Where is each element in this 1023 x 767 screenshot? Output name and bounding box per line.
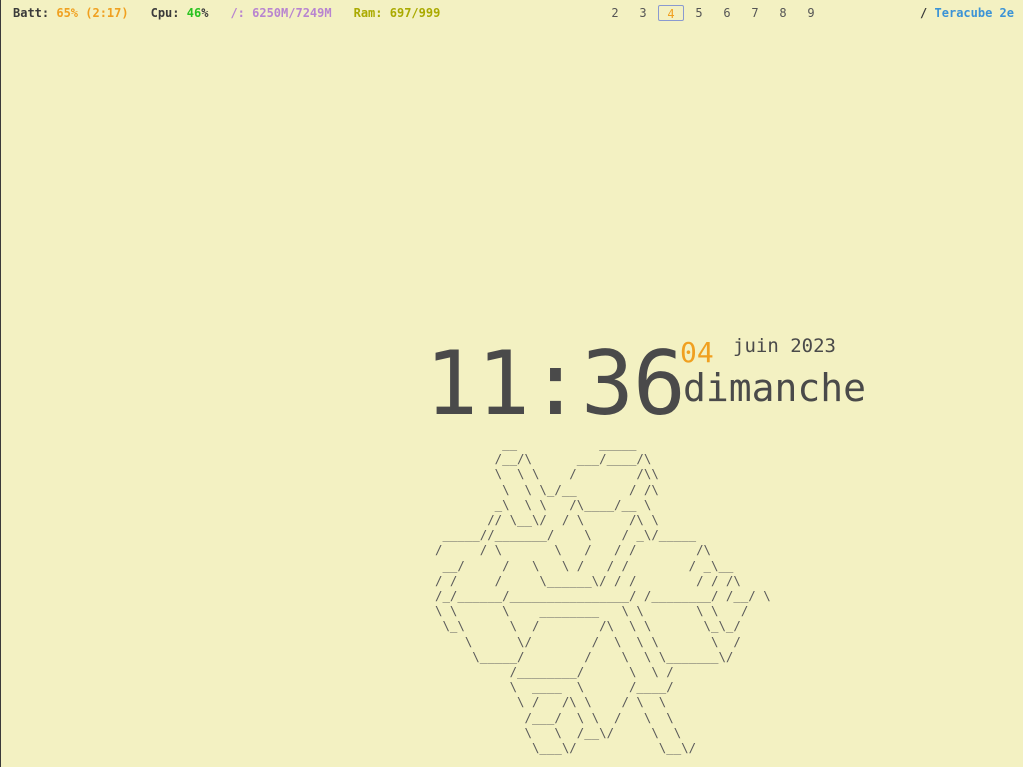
cpu-value: 46 <box>186 6 202 20</box>
workspace-4-active[interactable]: 4 <box>658 5 684 21</box>
clock-month-year: juin 2023 <box>733 335 836 357</box>
clock-time: 11:36 <box>425 332 686 435</box>
battery-label: Batt: <box>13 6 50 20</box>
status-bar: Batt: 65% (2:17) Cpu: 46%/: 6250M/7249M Ra… <box>1 0 1023 26</box>
cpu-indicator: Cpu: 46% <box>151 6 209 20</box>
workspace-5[interactable]: 5 <box>686 5 712 21</box>
ram-value: 697/999 <box>389 6 441 20</box>
ram-label: Ram: <box>353 6 383 20</box>
disk-label: /: <box>230 6 245 20</box>
clock-weekday: dimanche <box>683 366 867 410</box>
disk-indicator: /: 6250M/7249M <box>230 6 331 20</box>
workspace-switcher: 2 3 4 5 6 7 8 9 <box>601 0 825 21</box>
system-stats: Batt: 65% (2:17) Cpu: 46% /: 6250M/7249M Ra… <box>13 0 462 26</box>
device-name: Teracube 2e <box>934 6 1014 20</box>
workspace-6[interactable]: 6 <box>714 5 740 21</box>
workspace-8[interactable]: 8 <box>770 5 796 21</box>
window-title: / Teracube 2e <box>920 0 1014 26</box>
desktop: Batt: 65% (2:17) Cpu: 46%/: 6250M/7249M Ra… <box>0 0 1023 767</box>
workspace-3[interactable]: 3 <box>630 5 656 21</box>
battery-indicator: Batt: 65% (2:17) <box>13 6 129 20</box>
clock-day: 04 <box>680 336 714 369</box>
workspace-2[interactable]: 2 <box>602 5 628 21</box>
title-prefix: / <box>920 6 928 20</box>
ascii-art-logo: __ _____ /__/\ ___/____/\ \ \ \ / /\\ \ … <box>435 436 771 756</box>
workspace-7[interactable]: 7 <box>742 5 768 21</box>
disk-value: 6250M/7249M <box>252 6 332 20</box>
cpu-unit: % <box>201 6 209 20</box>
workspace-9[interactable]: 9 <box>798 5 824 21</box>
cpu-label: Cpu: <box>150 6 180 20</box>
battery-value: 65% (2:17) <box>56 6 129 20</box>
ram-indicator: Ram: 697/999 <box>354 6 441 20</box>
